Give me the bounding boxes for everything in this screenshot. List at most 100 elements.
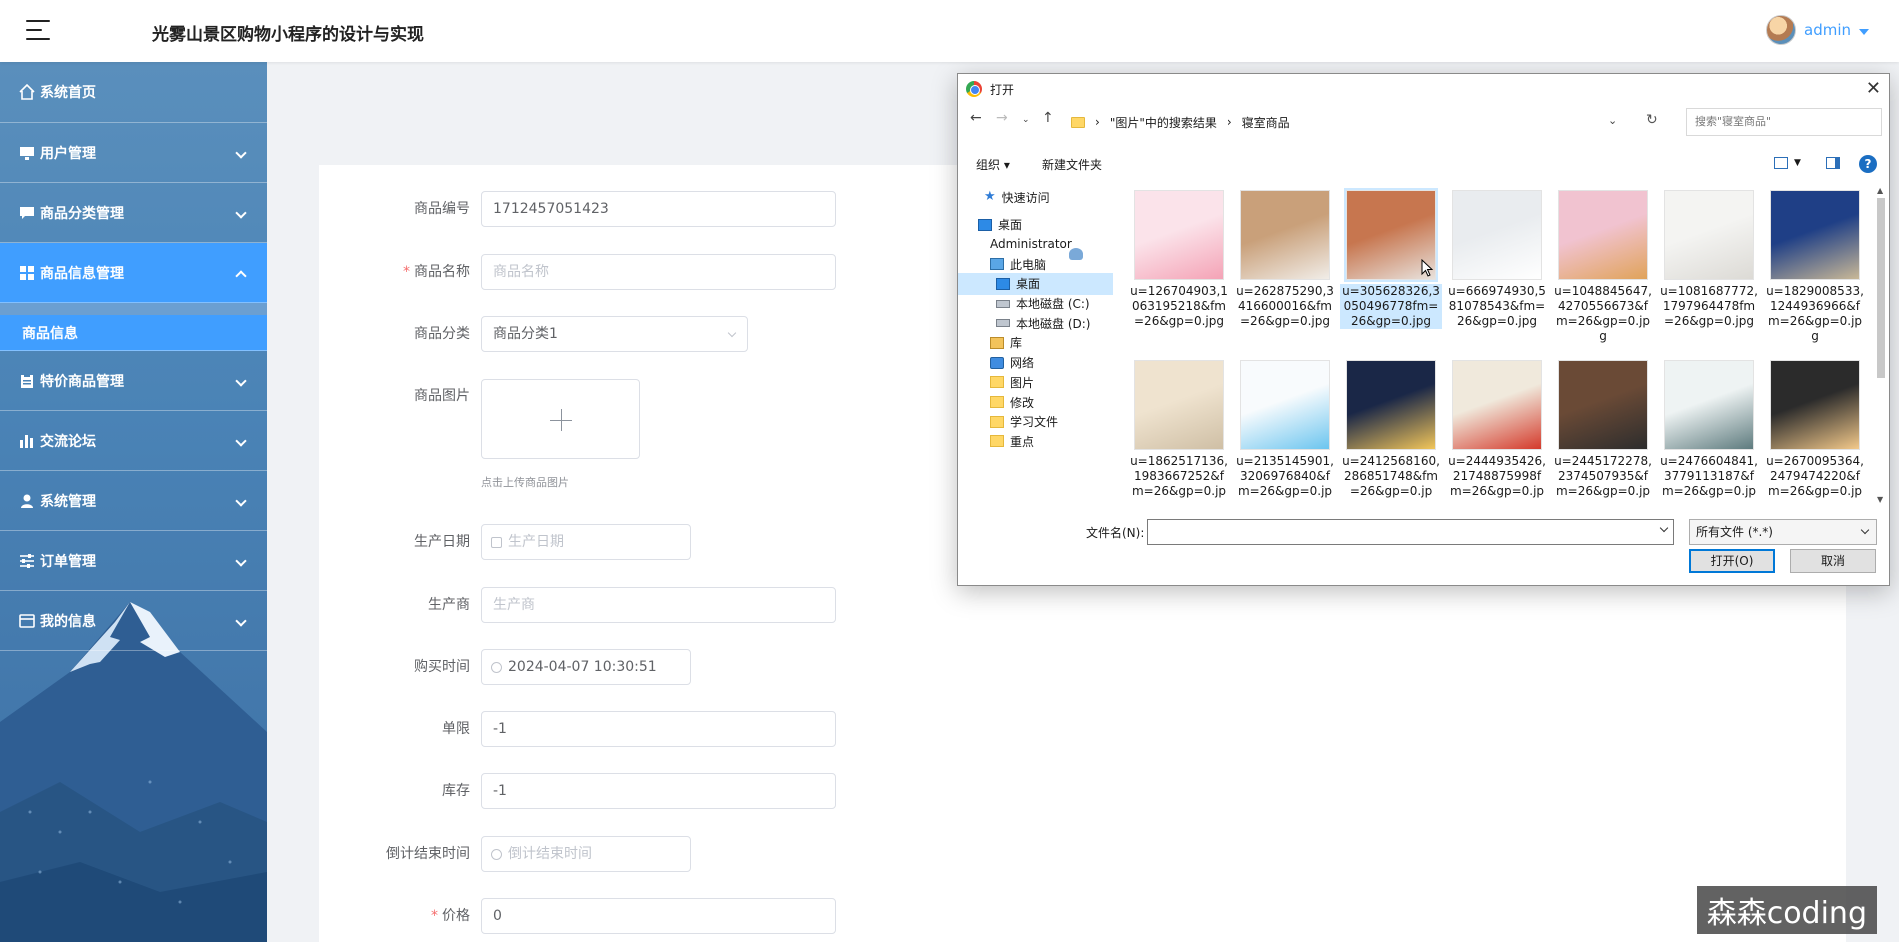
file-item[interactable]: u=2476604841,3779113187&fm=26&gp=0.jp (1658, 360, 1760, 499)
help-icon[interactable]: ? (1859, 155, 1877, 173)
new-folder-button[interactable]: 新建文件夹 (1042, 156, 1102, 173)
scroll-down-icon[interactable]: ▼ (1877, 495, 1883, 504)
chevron-down-icon (235, 435, 247, 447)
preview-pane-icon[interactable] (1826, 157, 1840, 169)
sidebar-item-system[interactable]: 系统管理 (0, 471, 267, 531)
user-menu[interactable]: admin (1766, 15, 1869, 45)
sidebar-item-orders[interactable]: 订单管理 (0, 531, 267, 591)
file-item[interactable]: u=1829008533,1244936966&fm=26&gp=0.jpg (1764, 190, 1866, 344)
sidebar-item-category[interactable]: 商品分类管理 (0, 183, 267, 243)
name-input[interactable]: 商品名称 (481, 254, 836, 290)
scroll-up-icon[interactable]: ▲ (1877, 186, 1883, 195)
price-label-text: 价格 (442, 908, 470, 924)
nav-item[interactable]: 此电脑 (958, 253, 1113, 275)
refresh-icon[interactable]: ↻ (1646, 112, 1658, 128)
prod-date-picker[interactable]: 生产日期 (481, 524, 691, 560)
file-item[interactable]: u=1048845647,4270556673&fm=26&gp=0.jpg (1552, 190, 1654, 344)
sidebar-item-special[interactable]: 特价商品管理 (0, 351, 267, 411)
chevron-down-icon[interactable] (1659, 523, 1669, 533)
breadcrumb-search-results[interactable]: "图片"中的搜索结果 (1110, 114, 1217, 131)
nav-item[interactable]: 修改 (958, 391, 1113, 413)
maker-label: 生产商 (428, 597, 470, 613)
file-item[interactable]: u=1081687772,1797964478fm=26&gp=0.jpg (1658, 190, 1760, 329)
sidebar-item-home[interactable]: 系统首页 (0, 62, 267, 123)
desk-icon (996, 277, 1010, 290)
chevron-up-icon (235, 270, 247, 282)
limit-input[interactable]: -1 (481, 711, 836, 747)
file-item[interactable]: u=2670095364,2479474220&fm=26&gp=0.jp (1764, 360, 1866, 499)
star-icon: ★ (984, 189, 996, 204)
breadcrumb-current[interactable]: 寝室商品 (1242, 114, 1290, 131)
file-thumbnail (1558, 360, 1648, 450)
filename-label: 文件名(N): (1086, 526, 1145, 540)
grid-icon (18, 264, 36, 282)
open-button[interactable]: 打开(O) (1689, 549, 1775, 573)
address-bar[interactable]: › "图片"中的搜索结果 › 寝室商品 (1062, 108, 1592, 136)
upload-hint: 点击上传商品图片 (481, 476, 569, 489)
nav-item-label: 桌面 (1016, 277, 1041, 292)
nav-item[interactable]: 图片 (958, 371, 1113, 393)
price-input[interactable]: 0 (481, 898, 836, 934)
file-thumbnail (1240, 360, 1330, 450)
back-arrow-icon[interactable]: ← (970, 110, 982, 126)
sidebar-item-goods[interactable]: 商品信息管理 (0, 243, 267, 303)
filetype-select[interactable]: 所有文件 (*.*) (1689, 519, 1877, 545)
sidebar-item-users[interactable]: 用户管理 (0, 123, 267, 183)
stock-input[interactable]: -1 (481, 773, 836, 809)
address-dropdown-icon[interactable]: ⌄ (1608, 114, 1617, 127)
file-item[interactable]: u=666974930,581078543&fm=26&gp=0.jpg (1446, 190, 1548, 329)
file-item[interactable]: u=262875290,3416600016&fm=26&gp=0.jpg (1234, 190, 1336, 329)
nav-item[interactable]: 本地磁盘 (D:) (958, 312, 1113, 334)
menu-toggle-icon[interactable] (26, 20, 50, 40)
file-scrollbar[interactable]: ▲ ▼ (1875, 186, 1887, 504)
file-item[interactable]: u=2135145901,3206976840&fm=26&gp=0.jp (1234, 360, 1336, 499)
nav-item[interactable]: 桌面 (958, 272, 1113, 295)
nav-item[interactable]: ★ 快速访问 (958, 186, 1113, 208)
nav-item-label: 库 (1010, 336, 1023, 351)
countdown-picker[interactable]: 倒计结束时间 (481, 836, 691, 872)
nav-item[interactable]: 桌面 (958, 214, 1113, 236)
filename-input[interactable] (1147, 519, 1674, 545)
scroll-thumb[interactable] (1877, 198, 1885, 378)
file-thumbnail (1452, 190, 1542, 280)
cancel-button[interactable]: 取消 (1790, 549, 1876, 573)
username[interactable]: admin (1804, 21, 1851, 39)
nav-item[interactable]: 本地磁盘 (C:) (958, 293, 1113, 315)
file-name: u=2670095364,2479474220&fm=26&gp=0.jp (1766, 454, 1864, 498)
search-input[interactable]: 搜索"寝室商品" (1686, 108, 1882, 136)
nav-item[interactable]: 网络 (958, 352, 1113, 374)
up-arrow-icon[interactable]: ↑ (1042, 110, 1054, 126)
file-item[interactable]: u=1862517136,1983667252&fm=26&gp=0.jp (1128, 360, 1230, 499)
forward-arrow-icon[interactable]: → (996, 110, 1008, 126)
nav-item[interactable]: 库 (958, 332, 1113, 354)
nav-item[interactable]: Administrator (958, 233, 1113, 261)
file-item[interactable]: u=2412568160,286851748&fm=26&gp=0.jp (1340, 360, 1442, 499)
filetype-value: 所有文件 (*.*) (1696, 525, 1773, 539)
view-dropdown-icon[interactable]: ▼ (1794, 158, 1801, 168)
nav-item[interactable]: 学习文件 (958, 411, 1113, 433)
sidebar-item-forum[interactable]: 交流论坛 (0, 411, 267, 471)
file-item[interactable]: u=2444935426,21748875998fm=26&gp=0.jp (1446, 360, 1548, 499)
chevron-down-icon (235, 375, 247, 387)
sidebar-item-profile[interactable]: 我的信息 (0, 591, 267, 651)
organize-button[interactable]: 组织 ▾ (976, 156, 1010, 173)
close-icon[interactable]: ✕ (1866, 78, 1881, 99)
avatar[interactable] (1766, 15, 1796, 45)
code-input[interactable]: 1712457051423 (481, 191, 836, 227)
dialog-titlebar[interactable]: 打开 ✕ (958, 74, 1889, 104)
image-uploader[interactable] (481, 379, 640, 459)
required-mark: * (403, 264, 410, 280)
chevron-down-icon[interactable] (1859, 28, 1869, 35)
file-thumbnail (1664, 360, 1754, 450)
sidebar-subitem-goods-info[interactable]: 商品信息 (0, 315, 267, 351)
file-name: u=2412568160,286851748&fm=26&gp=0.jp (1342, 454, 1440, 498)
file-item[interactable]: u=126704903,1063195218&fm=26&gp=0.jpg (1128, 190, 1230, 329)
recent-dropdown-icon[interactable]: ⌄ (1022, 115, 1030, 125)
maker-input[interactable]: 生产商 (481, 587, 836, 623)
nav-item[interactable]: 重点 (958, 430, 1113, 452)
file-item[interactable]: u=2445172278,2374507935&fm=26&gp=0.jp (1552, 360, 1654, 499)
buy-time-picker[interactable]: 2024-04-07 10:30:51 (481, 649, 691, 685)
category-select[interactable]: 商品分类1 (481, 316, 748, 352)
price-label: * 价格 (310, 898, 470, 934)
view-mode-icon[interactable] (1774, 157, 1788, 169)
